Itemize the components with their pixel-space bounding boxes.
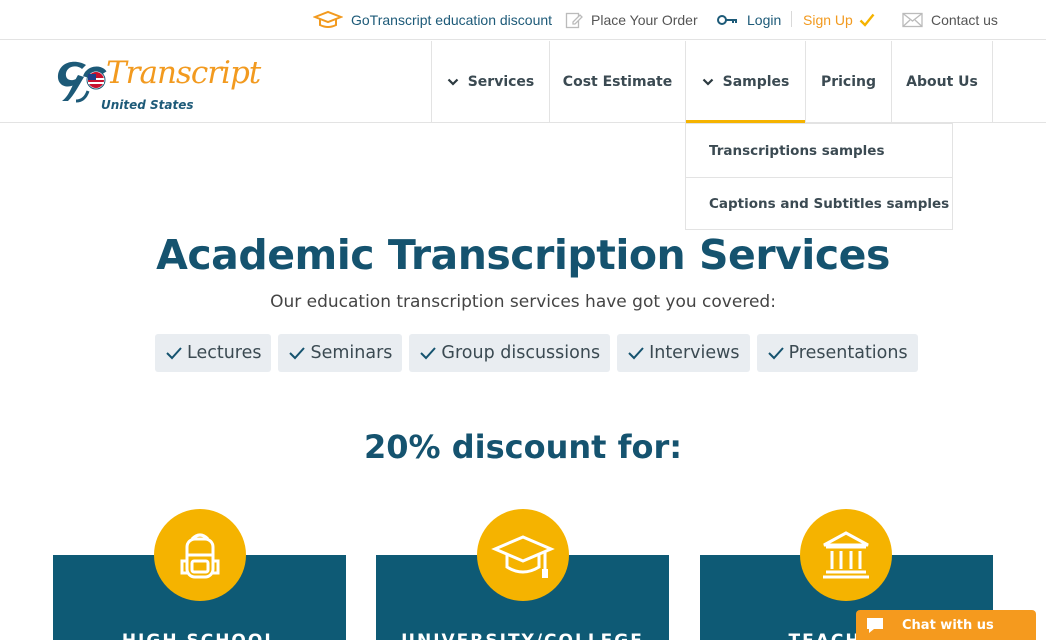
tag-lectures: Lectures [155, 334, 272, 372]
tag-label: Interviews [649, 343, 740, 363]
place-order-link[interactable]: Place Your Order [565, 10, 698, 30]
tag-label: Lectures [187, 343, 262, 363]
page-title: Academic Transcription Services [156, 231, 890, 279]
backpack-icon [154, 509, 246, 601]
nav-samples[interactable]: Samples [685, 41, 805, 123]
page-subtitle: Our education transcription services hav… [270, 292, 776, 312]
nav-cost-estimate-label: Cost Estimate [562, 74, 673, 90]
discount-title: 20% discount for: [363, 428, 683, 466]
chevron-down-icon [447, 78, 459, 86]
gotranscript-logo[interactable]: Transcript United States [54, 51, 284, 112]
nav-about-us[interactable]: About Us [891, 41, 993, 123]
tag-label: Seminars [310, 343, 393, 363]
tag-group-discussions: Group discussions [409, 334, 611, 372]
envelope-icon [902, 12, 923, 28]
logo-country: United States [101, 98, 194, 112]
card-label: HIGH SCHOOL [53, 631, 346, 640]
dropdown-item-captions-samples[interactable]: Captions and Subtitles samples [686, 177, 952, 230]
chevron-down-icon [702, 78, 714, 86]
nav-about-label: About Us [906, 74, 978, 90]
contact-label: Contact us [931, 12, 998, 28]
samples-dropdown: Transcriptions samples Captions and Subt… [685, 123, 953, 230]
checkmark-icon [767, 346, 785, 360]
checkmark-icon [288, 346, 306, 360]
logo-wordmark: Transcript [106, 55, 261, 91]
signup-link[interactable]: Sign Up [803, 10, 875, 30]
tag-label: Group discussions [441, 343, 601, 363]
nav-services-label: Services [467, 74, 535, 90]
checkmark-icon [859, 13, 875, 27]
login-label: Login [747, 12, 782, 28]
education-discount-link[interactable]: GoTranscript education discount [313, 10, 552, 30]
tag-label: Presentations [788, 343, 908, 363]
contact-link[interactable]: Contact us [902, 10, 998, 30]
tag-interviews: Interviews [617, 334, 750, 372]
top-utility-bar: GoTranscript education discount Place Yo… [0, 0, 1046, 40]
topbar-divider [791, 11, 792, 27]
service-tags: Lectures Seminars Group discussions Inte… [155, 334, 918, 372]
checkmark-icon [165, 346, 183, 360]
login-link[interactable]: Login [717, 10, 781, 30]
tag-presentations: Presentations [756, 334, 918, 372]
tag-seminars: Seminars [278, 334, 403, 372]
signup-label: Sign Up [803, 12, 853, 28]
checkmark-icon [419, 346, 437, 360]
nav-samples-label: Samples [722, 74, 790, 90]
nav-services[interactable]: Services [431, 41, 549, 123]
checkmark-icon [627, 346, 645, 360]
card-label: UNIVERSITY/COLLEGE [376, 631, 669, 640]
nav-cost-estimate[interactable]: Cost Estimate [549, 41, 685, 123]
edit-document-icon [565, 11, 583, 29]
nav-pricing-label: Pricing [820, 74, 877, 90]
institution-icon [800, 509, 892, 601]
main-nav: Services Cost Estimate Samples Pricing A… [431, 41, 993, 123]
graduation-cap-icon [313, 10, 343, 30]
chat-label: Chat with us [902, 617, 994, 633]
main-header: Transcript United States Services Cost E… [0, 41, 1046, 123]
chat-bubble-icon [865, 616, 885, 634]
education-discount-label: GoTranscript education discount [351, 12, 553, 28]
nav-pricing[interactable]: Pricing [805, 41, 891, 123]
place-order-label: Place Your Order [591, 12, 698, 28]
dropdown-item-transcription-samples[interactable]: Transcriptions samples [686, 124, 952, 177]
key-icon [717, 14, 739, 26]
graduation-cap-icon [477, 509, 569, 601]
chat-widget-button[interactable]: Chat with us [856, 610, 1036, 640]
